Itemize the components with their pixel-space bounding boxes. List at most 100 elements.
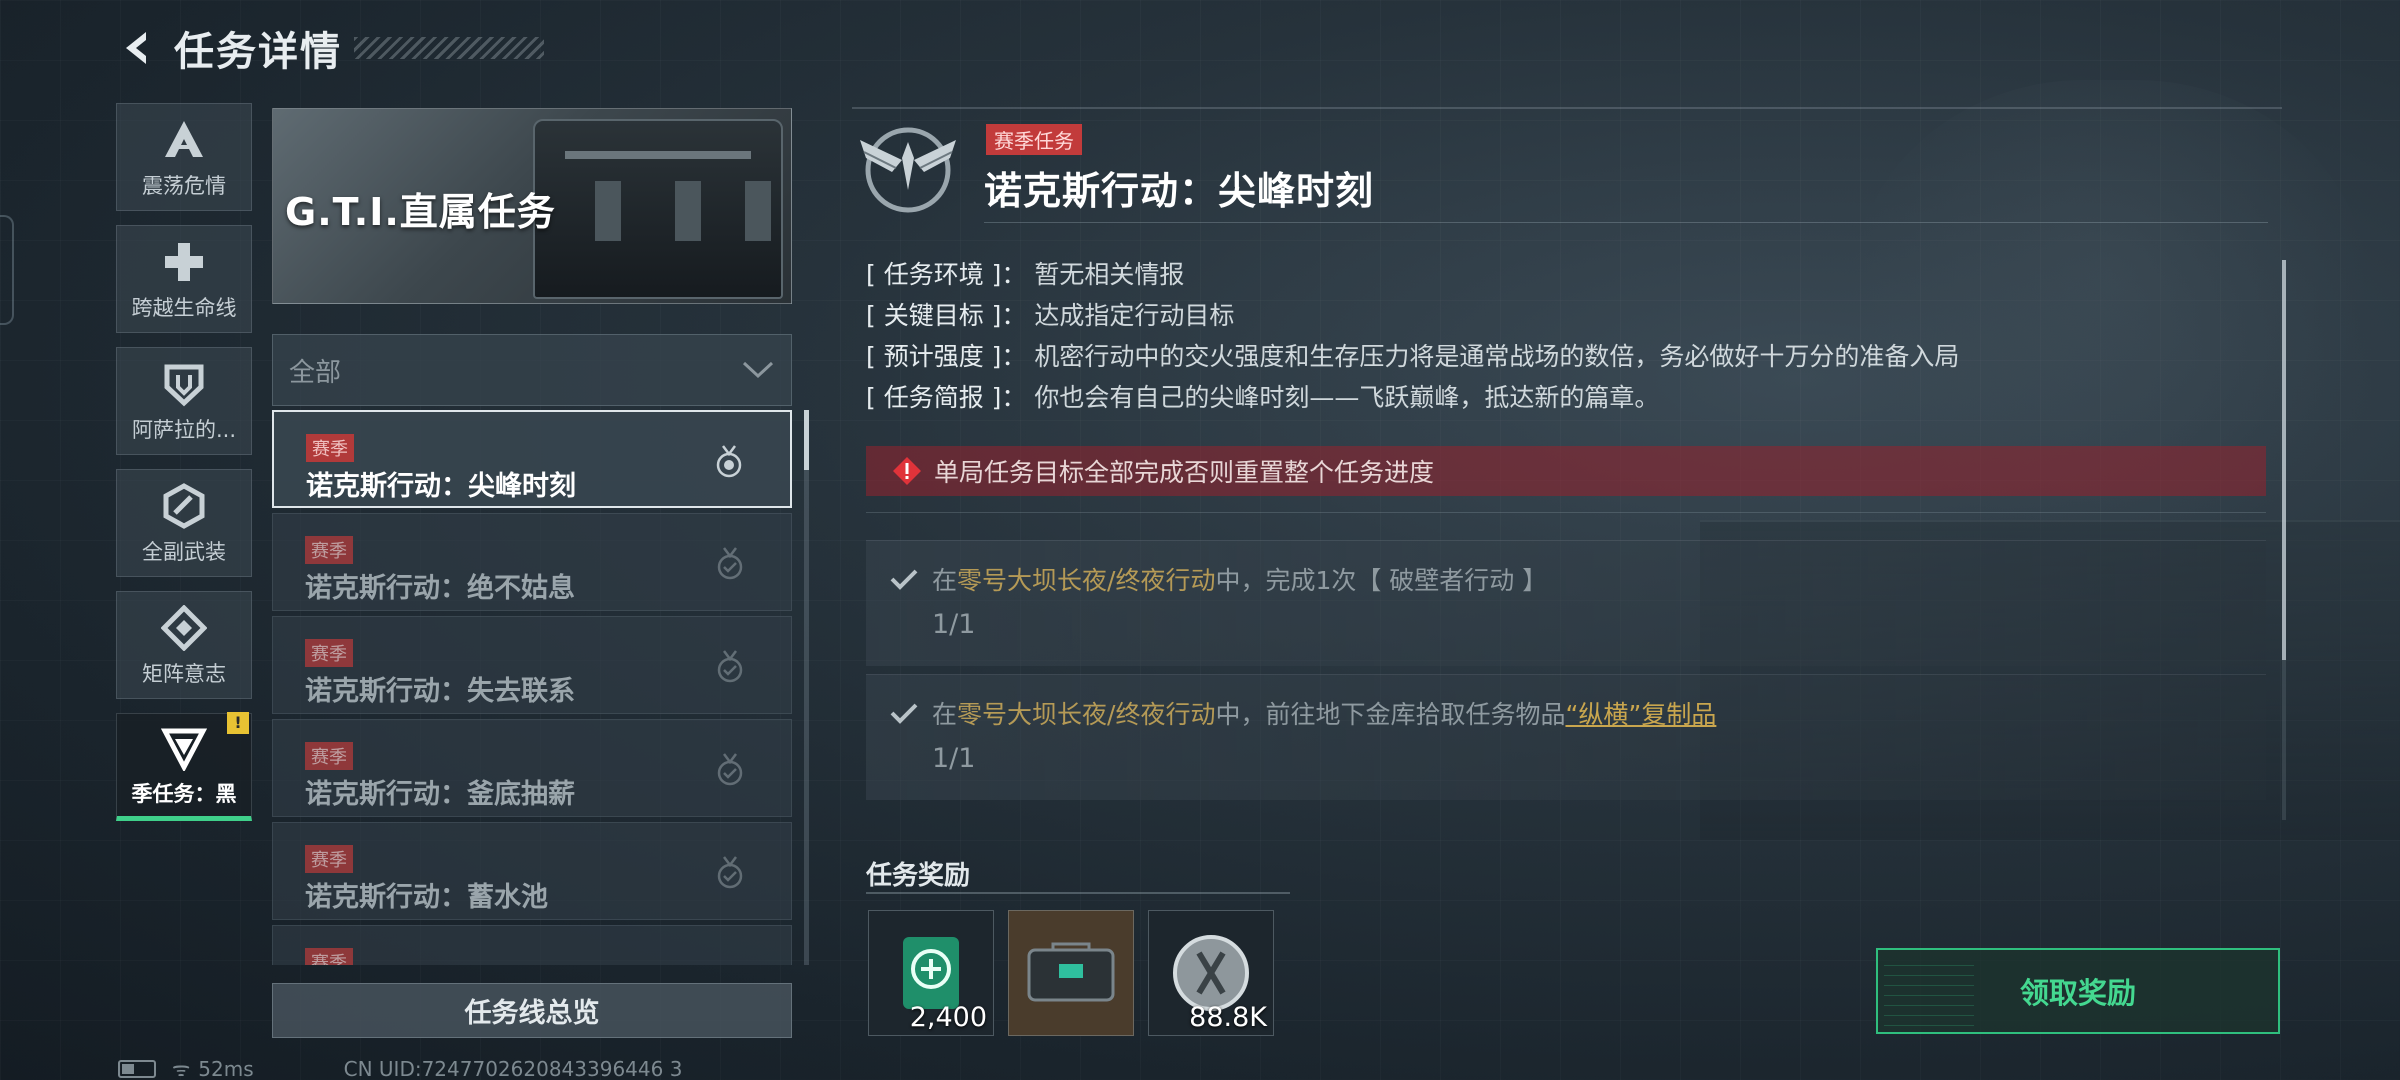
info-row-key-objective: [ 关键目标 ]： 达成指定行动目标 <box>866 295 2266 336</box>
season-quest-tag: 赛季任务 <box>986 124 1082 155</box>
shield-emblem-icon <box>158 358 210 410</box>
check-icon <box>890 569 918 590</box>
quest-list-item[interactable]: 赛季 诺克斯行动：釜底抽薪 <box>272 719 792 817</box>
category-label: 震荡危情 <box>142 174 226 198</box>
quest-list-scrollbar[interactable] <box>804 410 809 965</box>
category-label: 阿萨拉的... <box>131 418 237 442</box>
quest-name: 诺克斯行动：绝不姑息 <box>305 573 575 604</box>
info-key: [ 任务简报 ]： <box>866 383 1027 412</box>
category-tab-season[interactable]: ! 季任务：黑 <box>116 712 252 821</box>
page-title: 任务详情 <box>174 29 342 75</box>
quest-name: 诺克斯行动：釜底抽薪 <box>305 779 575 810</box>
edge-handle[interactable] <box>0 215 14 325</box>
objective-prefix: 在 <box>932 566 958 595</box>
info-row-briefing: [ 任务简报 ]： 你也会有自己的尖峰时刻——飞跃巅峰，抵达新的篇章。 <box>866 377 2266 418</box>
season-triangle-icon <box>158 722 210 774</box>
delta-a-icon <box>158 114 210 166</box>
season-tag: 赛季 <box>305 742 353 770</box>
quest-filter-dropdown[interactable]: 全部 <box>272 334 792 406</box>
info-value: 达成指定行动目标 <box>1034 301 1235 330</box>
medal-check-icon <box>717 547 743 580</box>
medal-check-icon <box>717 753 743 786</box>
objective-progress: 1/1 <box>932 609 976 640</box>
rewards-title: 任务奖励 <box>866 861 971 891</box>
scrollbar-thumb[interactable] <box>2282 260 2286 660</box>
objective-map: 零号大坝长夜/终夜行动 <box>957 566 1216 595</box>
chevron-down-icon <box>742 361 774 379</box>
category-tab-shock[interactable]: 震荡危情 <box>116 103 252 211</box>
matrix-diamond-icon <box>158 602 210 654</box>
green-currency-icon <box>903 937 959 1009</box>
title-divider <box>984 222 2268 223</box>
claim-reward-button[interactable]: 领取奖励 <box>1876 948 2280 1034</box>
category-label: 季任务：黑 <box>131 782 237 806</box>
info-key: [ 任务环境 ]： <box>866 260 1027 289</box>
quest-list-item[interactable]: 赛季 诺克斯行动：蓄水池 <box>272 822 792 920</box>
info-value: 你也会有自己的尖峰时刻——飞跃巅峰，抵达新的篇章。 <box>1034 383 1660 412</box>
claim-label: 领取奖励 <box>2019 976 2136 1010</box>
reward-item[interactable]: 2,400 <box>868 910 994 1036</box>
quest-name: 诺克斯行动：尖峰时刻 <box>306 471 576 502</box>
status-bar: ᯤ 52ms CN UID:7247702620843396446 3 <box>118 1055 682 1080</box>
reward-item[interactable]: 88.8K <box>1148 910 1274 1036</box>
eagle-emblem-icon <box>860 127 956 213</box>
header: 任务详情 <box>112 22 544 75</box>
item-link[interactable]: “纵横”复制品 <box>1565 700 1716 729</box>
objective-item: 在零号大坝长夜/终夜行动中，前往地下金库拾取任务物品“纵横”复制品 1/1 <box>866 674 2266 800</box>
wifi-icon: ᯤ <box>172 1057 191 1080</box>
objective-progress: 1/1 <box>932 743 976 774</box>
quest-list-item[interactable]: 赛季 诺克斯行动：绝不姑息 <box>272 513 792 611</box>
category-tab-lifeline[interactable]: 跨越生命线 <box>116 225 252 333</box>
quest-info: [ 任务环境 ]： 暂无相关情报 [ 关键目标 ]： 达成指定行动目标 [ 预计强度… <box>866 254 2266 418</box>
detail-scrollbar[interactable] <box>2282 260 2286 820</box>
rewards-divider <box>866 892 1290 894</box>
quest-list-item[interactable]: 赛季 诺克斯行动：尖峰时刻 <box>272 410 792 508</box>
quest-list[interactable]: 赛季 诺克斯行动：尖峰时刻 赛季 诺克斯行动：绝不姑息 赛季 诺克斯行动：失去联… <box>272 410 792 965</box>
info-row-intensity: [ 预计强度 ]： 机密行动中的交火强度和生存压力将是通常战场的数倍，务必做好十万… <box>866 336 2266 377</box>
category-tab-armed[interactable]: 全副武装 <box>116 469 252 577</box>
objective-desc: 中，完成1次【 破壁者行动 】 <box>1215 566 1548 595</box>
questline-overview-button[interactable]: 任务线总览 <box>272 983 792 1038</box>
quest-name: 诺克斯行动：蓄水池 <box>305 882 548 913</box>
info-key: [ 关键目标 ]： <box>866 301 1027 330</box>
medal-check-icon <box>717 856 743 889</box>
info-key: [ 预计强度 ]： <box>866 342 1027 371</box>
supply-case-icon <box>1027 942 1115 1002</box>
category-tab-asala[interactable]: 阿萨拉的... <box>116 347 252 455</box>
reward-amount: 88.8K <box>1189 1002 1267 1033</box>
medal-icon <box>716 445 742 478</box>
back-button[interactable] <box>112 22 164 74</box>
banner-title: G.T.I.直属任务 <box>285 190 556 234</box>
objective-text: 在零号大坝长夜/终夜行动中，完成1次【 破壁者行动 】 <box>932 561 1547 597</box>
info-row-environment: [ 任务环境 ]： 暂无相关情报 <box>866 254 2266 295</box>
reward-list: 2,400 88.8K <box>868 910 1288 1036</box>
alert-badge: ! <box>227 712 249 734</box>
reset-warning-banner: 单局任务目标全部完成否则重置整个任务进度 <box>866 446 2266 496</box>
scrollbar-thumb[interactable] <box>804 410 809 470</box>
quest-list-item[interactable]: 赛季 <box>272 925 792 965</box>
category-tab-matrix[interactable]: 矩阵意志 <box>116 591 252 699</box>
season-tag: 赛季 <box>305 536 353 564</box>
category-sidebar: 震荡危情 跨越生命线 阿萨拉的... 全副武装 矩阵意志 ! 季任务：黑 <box>116 103 254 835</box>
objective-desc: 中，前往地下金库拾取任务物品 <box>1215 700 1566 729</box>
medal-check-icon <box>717 650 743 683</box>
season-tag: 赛季 <box>305 639 353 667</box>
quest-name: 诺克斯行动：失去联系 <box>305 676 575 707</box>
category-label: 跨越生命线 <box>131 296 237 320</box>
quest-list-item[interactable]: 赛季 诺克斯行动：失去联系 <box>272 616 792 714</box>
detail-divider <box>852 107 2282 109</box>
banner-crate-art <box>533 119 783 299</box>
objective-map: 零号大坝长夜/终夜行动 <box>957 700 1216 729</box>
category-label: 全副武装 <box>142 540 226 564</box>
ping-readout: 52ms <box>198 1056 254 1080</box>
quest-title: 诺克斯行动：尖峰时刻 <box>984 169 1375 213</box>
info-value: 暂无相关情报 <box>1034 260 1185 289</box>
quest-line-banner: G.T.I.直属任务 <box>272 108 792 304</box>
objective-list[interactable]: 在零号大坝长夜/终夜行动中，完成1次【 破壁者行动 】 1/1 在零号大坝长夜/… <box>866 540 2266 820</box>
warning-icon <box>893 457 921 485</box>
reward-item[interactable] <box>1008 910 1134 1036</box>
objectives-divider <box>866 512 2266 513</box>
category-label: 矩阵意志 <box>142 662 226 686</box>
warning-text: 单局任务目标全部完成否则重置整个任务进度 <box>934 458 1435 487</box>
back-arrow-icon <box>126 32 146 64</box>
